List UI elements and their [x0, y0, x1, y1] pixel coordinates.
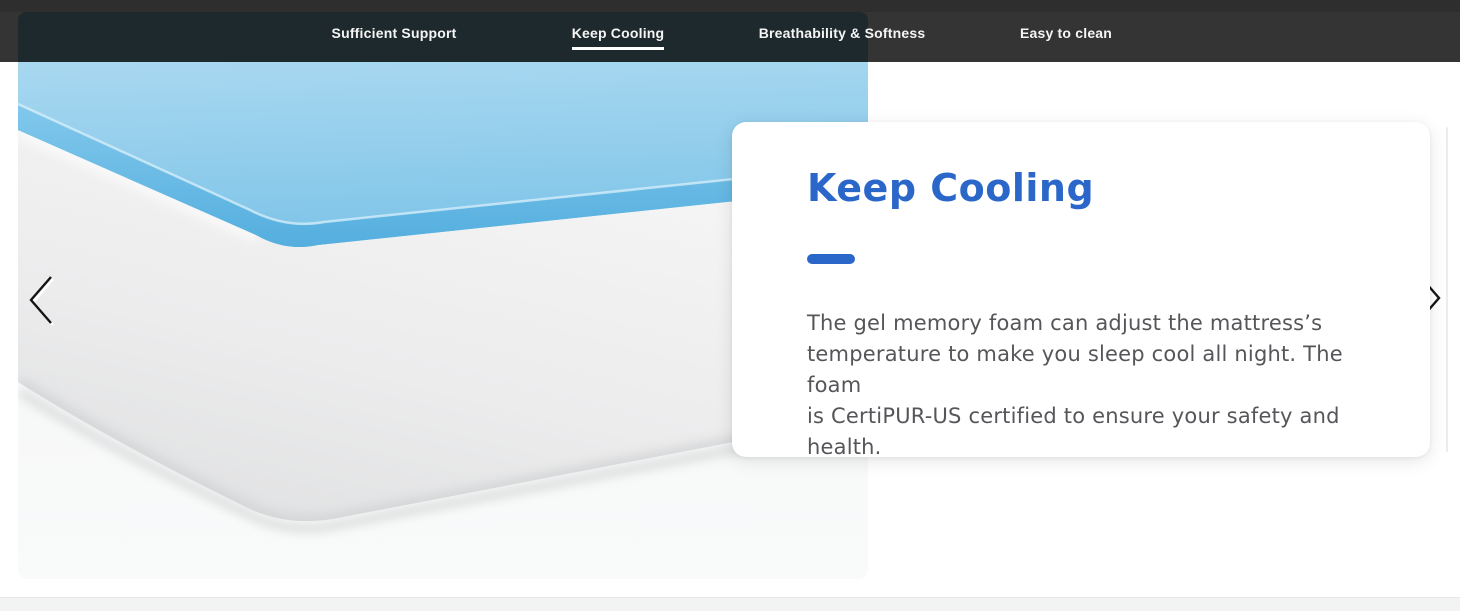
- tab-label: Easy to clean: [1020, 25, 1112, 50]
- accent-dash: [807, 254, 855, 264]
- tab-sufficient-support[interactable]: Sufficient Support: [282, 12, 506, 62]
- tab-label-active: Keep Cooling: [572, 25, 665, 50]
- tab-easy-to-clean[interactable]: Easy to clean: [954, 12, 1178, 62]
- feature-card-title: Keep Cooling: [807, 166, 1370, 210]
- section-top-strip: [0, 0, 1460, 12]
- tab-label: Sufficient Support: [332, 25, 457, 50]
- carousel-prev-button[interactable]: [24, 272, 60, 328]
- feature-card: Keep Cooling The gel memory foam can adj…: [732, 122, 1430, 457]
- chevron-left-icon: [24, 272, 60, 328]
- body-line: is CertiPUR-US certified to ensure your …: [807, 401, 1370, 463]
- body-line: The gel memory foam can adjust the mattr…: [807, 308, 1370, 339]
- next-slide-card-edge: [1446, 127, 1448, 452]
- body-line: temperature to make you sleep cool all n…: [807, 339, 1370, 401]
- tab-breathability-softness[interactable]: Breathability & Softness: [730, 12, 954, 62]
- feature-tabs: Sufficient Support Keep Cooling Breathab…: [282, 12, 1178, 62]
- feature-card-body: The gel memory foam can adjust the mattr…: [807, 308, 1370, 463]
- feature-carousel-section: Sufficient Support Keep Cooling Breathab…: [0, 0, 1460, 611]
- next-section-strip: [0, 597, 1460, 611]
- feature-tab-bar: Sufficient Support Keep Cooling Breathab…: [0, 12, 1460, 62]
- tab-label: Breathability & Softness: [759, 25, 926, 50]
- tab-keep-cooling[interactable]: Keep Cooling: [506, 12, 730, 62]
